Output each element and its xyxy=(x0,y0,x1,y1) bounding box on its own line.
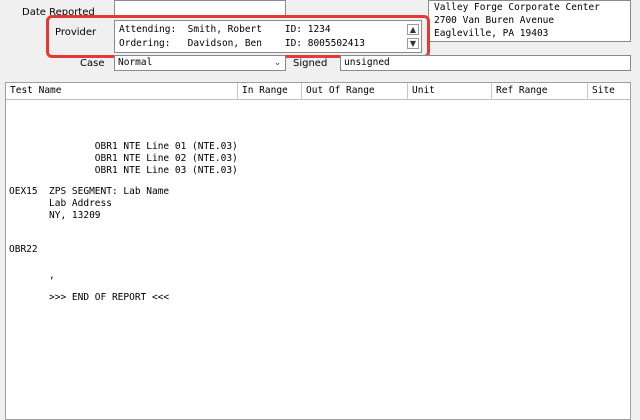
report-text-area: OBR1 NTE Line 01 (NTE.03) OBR1 NTE Line … xyxy=(9,83,609,413)
report-line: NY, 13209 xyxy=(9,210,101,221)
address-box: Valley Forge Corporate Center 2700 Van B… xyxy=(428,0,631,42)
date-reported-dropdown[interactable] xyxy=(114,0,286,16)
report-line: OBR22 xyxy=(9,244,38,255)
case-label: Case xyxy=(80,58,105,69)
date-reported-label: Date Reported xyxy=(22,7,95,18)
report-line: OEX15 ZPS SEGMENT: Lab Name xyxy=(9,186,170,197)
chevron-down-icon[interactable]: ⌄ xyxy=(271,57,284,69)
signed-field[interactable]: unsigned xyxy=(340,55,631,71)
scroll-down-icon[interactable]: ▼ xyxy=(407,38,419,49)
provider-ordering-line[interactable]: Ordering: Davidson, Ben ID: 8005502413 xyxy=(119,38,365,50)
results-panel: Test Name In Range Out Of Range Unit Ref… xyxy=(5,82,631,420)
case-value: Normal xyxy=(118,57,153,68)
report-line: OBR1 NTE Line 02 (NTE.03) xyxy=(9,153,238,164)
signed-label: Signed xyxy=(293,58,328,69)
report-line: OBR1 NTE Line 01 (NTE.03) xyxy=(9,141,238,152)
case-select[interactable]: Normal ⌄ xyxy=(114,55,286,71)
scroll-up-icon[interactable]: ▲ xyxy=(407,24,419,35)
address-line-3: Eagleville, PA 19403 xyxy=(434,28,549,39)
provider-listbox[interactable]: Attending: Smith, Robert ID: 1234 Orderi… xyxy=(114,20,422,53)
report-line: , xyxy=(9,270,55,281)
report-line: >>> END OF REPORT <<< xyxy=(9,292,170,303)
address-line-1: Valley Forge Corporate Center xyxy=(434,2,600,13)
report-line: Lab Address xyxy=(9,198,112,209)
address-line-2: 2700 Van Buren Avenue xyxy=(434,15,555,26)
report-line: OBR1 NTE Line 03 (NTE.03) xyxy=(9,165,238,176)
provider-attending-line[interactable]: Attending: Smith, Robert ID: 1234 xyxy=(119,24,331,36)
signed-value: unsigned xyxy=(344,57,390,68)
provider-label: Provider xyxy=(55,27,97,38)
